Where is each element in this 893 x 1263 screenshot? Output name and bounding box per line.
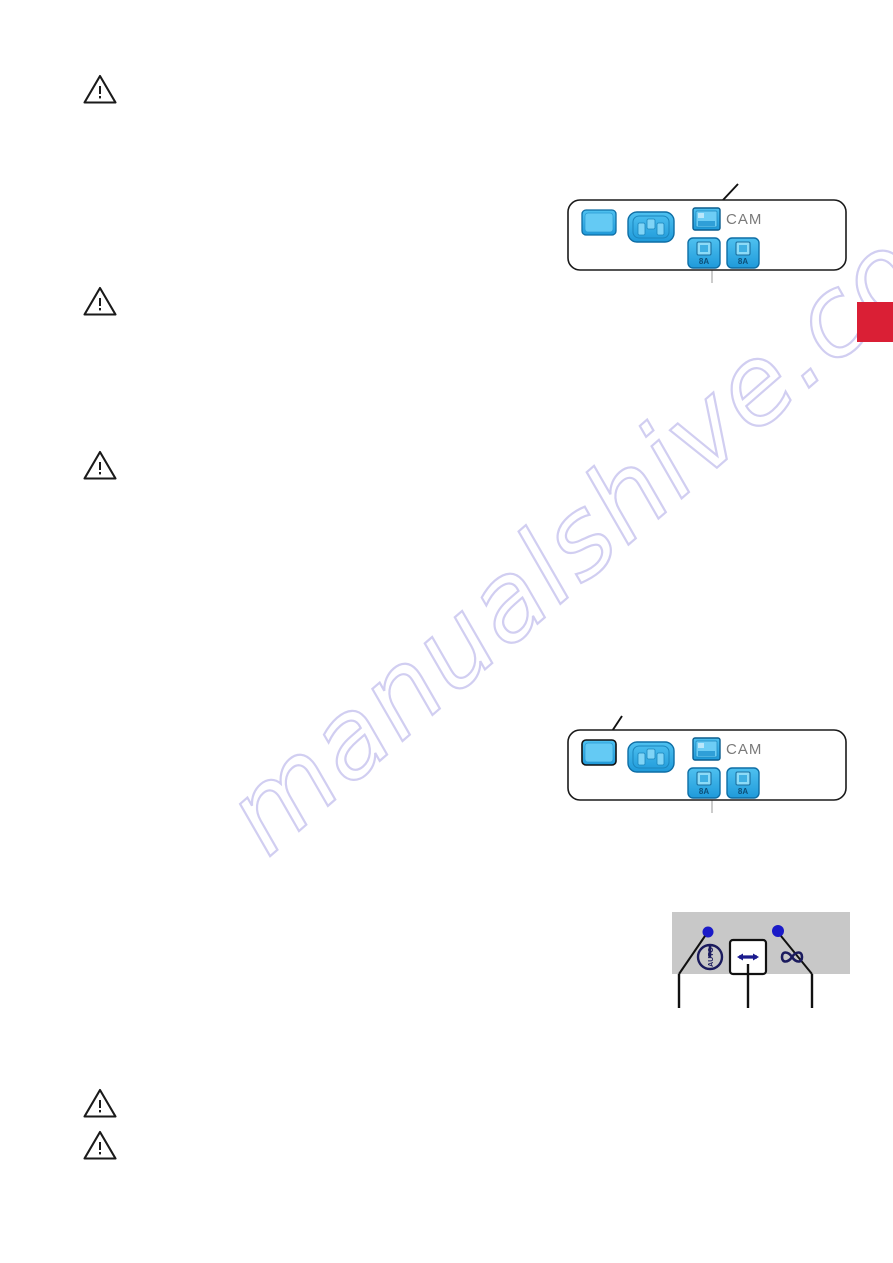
manual-page: manualshive.com CAM 8A 8A CAM 8A 8A AUTO: [0, 0, 893, 1263]
figure-control-panel: AUTO: [672, 912, 862, 1017]
fuse-right-label: 8A: [738, 787, 748, 796]
camera-port-label: CAM: [726, 211, 762, 228]
warning-triangle-4: [83, 1088, 117, 1118]
fuse-left: 8A: [687, 237, 721, 269]
warning-triangle-1: [83, 74, 117, 104]
standby-auto-label: AUTO: [708, 947, 715, 967]
fuse-left-label: 8A: [699, 787, 709, 796]
display-window: [581, 209, 617, 236]
figure-rear-panel-top: CAM 8A 8A: [560, 178, 860, 290]
camera-port-label: CAM: [726, 741, 762, 758]
camera-port: [692, 737, 721, 761]
figure-rear-panel-bottom: CAM 8A 8A: [560, 708, 860, 820]
fuse-right-label: 8A: [738, 257, 748, 266]
red-section-tab[interactable]: [857, 302, 893, 342]
warning-triangle-5: [83, 1130, 117, 1160]
warning-triangle-3: [83, 450, 117, 480]
continuous-led-indicator: [772, 925, 784, 937]
fuse-left-label: 8A: [699, 257, 709, 266]
power-inlet: [627, 211, 675, 243]
fuse-right: 8A: [726, 767, 760, 799]
watermark: manualshive.com: [95, 137, 893, 905]
fuse-right: 8A: [726, 237, 760, 269]
display-window: [581, 739, 617, 766]
power-inlet: [627, 741, 675, 773]
warning-triangle-2: [83, 286, 117, 316]
fuse-left: 8A: [687, 767, 721, 799]
camera-port: [692, 207, 721, 231]
